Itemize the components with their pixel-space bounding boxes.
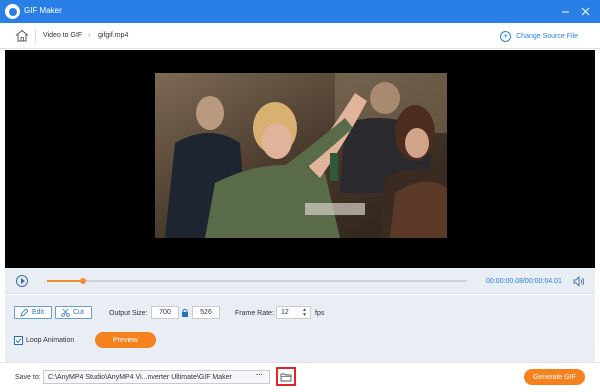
scissors-icon: [61, 308, 70, 317]
progress-fill: [47, 280, 83, 282]
progress-track[interactable]: [47, 278, 467, 284]
save-to-label: Save to:: [15, 374, 41, 381]
volume-icon[interactable]: [573, 275, 585, 288]
fps-label: fps: [315, 310, 325, 317]
cut-button[interactable]: Cut: [55, 306, 92, 319]
edit-button[interactable]: Edit: [14, 306, 52, 319]
breadcrumb-video-to-gif[interactable]: Video to GIF: [43, 32, 82, 39]
title-bar: GIF Maker: [0, 0, 600, 23]
more-options-button[interactable]: ···: [256, 372, 263, 379]
plus-circle-icon: +: [500, 31, 512, 42]
edit-label: Edit: [32, 309, 45, 316]
video-preview-area: [5, 50, 595, 268]
breadcrumb-file: gifgif.mp4: [98, 32, 129, 39]
save-bar: Save to: C:\AnyMP4 Studio\AnyMP4 Vi...nv…: [0, 362, 600, 392]
change-source-button[interactable]: + Change Source File: [500, 31, 578, 42]
progress-handle[interactable]: [79, 278, 86, 284]
generate-gif-button[interactable]: Generate GIF: [524, 369, 585, 385]
frame-rate-select[interactable]: 12 ▲ ▼: [276, 306, 311, 319]
cut-label: Cut: [73, 309, 84, 316]
home-icon[interactable]: [15, 29, 29, 42]
close-icon[interactable]: [578, 4, 593, 19]
frame-rate-label: Frame Rate:: [235, 310, 274, 317]
loop-animation-checkbox[interactable]: [14, 336, 23, 345]
time-readout: 00:00:00.08/00:00:04.01: [486, 278, 562, 285]
preview-button[interactable]: Preview: [95, 332, 156, 348]
lock-icon[interactable]: [181, 308, 189, 317]
open-folder-button[interactable]: [276, 367, 296, 386]
width-input[interactable]: 700: [151, 306, 179, 319]
nav-divider: [35, 29, 36, 43]
output-size-label: Output Size:: [109, 310, 148, 317]
video-frame: [155, 73, 447, 238]
play-icon[interactable]: [16, 275, 28, 287]
folder-icon: [280, 373, 292, 381]
app-logo-icon: [5, 4, 20, 19]
edit-icon: [20, 308, 29, 317]
save-path-field[interactable]: C:\AnyMP4 Studio\AnyMP4 Vi...nverter Ult…: [43, 370, 270, 384]
minimize-icon[interactable]: [558, 4, 573, 19]
timeline-bar: 00:00:00.08/00:00:04.01: [5, 268, 595, 294]
loop-animation-label: Loop Animation: [26, 337, 75, 344]
height-input[interactable]: 526: [192, 306, 220, 319]
frame-rate-value: 12: [281, 309, 289, 316]
chevron-right-icon: ›: [88, 32, 91, 39]
window-title: GIF Maker: [24, 6, 62, 15]
settings-panel: Edit Cut Output Size: 700 526 Frame Rate…: [5, 295, 595, 362]
nav-bar: Video to GIF › gifgif.mp4 + Change Sourc…: [0, 23, 600, 49]
spinner-arrows-icon[interactable]: ▲ ▼: [302, 308, 307, 318]
check-icon: [15, 338, 22, 344]
change-source-label: Change Source File: [516, 33, 578, 40]
